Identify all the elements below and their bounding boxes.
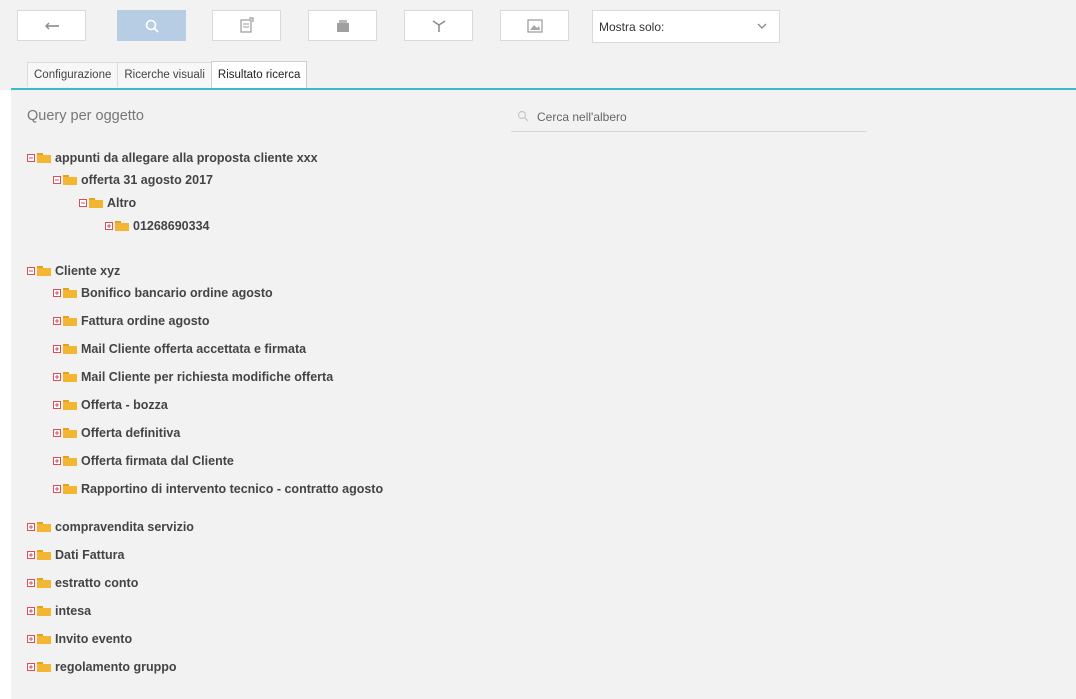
filter-button[interactable]: [404, 10, 473, 41]
folder-icon: [37, 634, 51, 644]
tabs: Configurazione Ricerche visuali Risultat…: [27, 61, 308, 88]
folder-icon: [37, 662, 51, 672]
select-value: Mostra solo:: [599, 19, 665, 34]
export-icon: [239, 17, 254, 33]
tree-node[interactable]: Mail Cliente per richiesta modifiche off…: [53, 368, 333, 386]
expand-icon[interactable]: [27, 523, 35, 531]
tree-node[interactable]: Fattura ordine agosto: [53, 312, 209, 330]
object-tree: appunti da allegare alla proposta client…: [11, 90, 1076, 699]
folder-open-icon: [37, 266, 51, 276]
tree-node[interactable]: regolamento gruppo: [27, 658, 177, 676]
expand-icon[interactable]: [27, 663, 35, 671]
tree-node[interactable]: offerta 31 agosto 2017: [53, 171, 213, 189]
collapse-icon[interactable]: [27, 154, 35, 162]
folder-icon: [63, 344, 77, 354]
folder-open-icon: [37, 153, 51, 163]
search-button[interactable]: [117, 10, 186, 41]
back-button[interactable]: [17, 10, 86, 41]
folder-icon: [37, 578, 51, 588]
tree-node-label: compravendita servizio: [55, 520, 194, 534]
folder-icon: [37, 606, 51, 616]
collapse-icon[interactable]: [27, 267, 35, 275]
arrow-left-icon: [44, 22, 59, 29]
tree-node-label: estratto conto: [55, 576, 139, 590]
tree-node[interactable]: Offerta definitiva: [53, 424, 180, 442]
expand-icon[interactable]: [53, 429, 61, 437]
collapse-icon[interactable]: [53, 176, 61, 184]
chevron-down-icon: [757, 23, 767, 29]
image-icon: [526, 18, 543, 33]
tree-node[interactable]: 01268690334: [105, 217, 209, 235]
toolbar: Mostra solo:: [0, 0, 1076, 49]
tree-node[interactable]: Mail Cliente offerta accettata e firmata: [53, 340, 306, 358]
expand-icon[interactable]: [53, 317, 61, 325]
tree-node[interactable]: Offerta firmata dal Cliente: [53, 452, 234, 470]
results-panel: Query per oggetto appunti da allegare al…: [11, 90, 1076, 699]
tree-node-label: Dati Fattura: [55, 548, 125, 562]
expand-icon[interactable]: [27, 635, 35, 643]
folder-icon: [63, 316, 77, 326]
expand-icon[interactable]: [53, 485, 61, 493]
expand-icon[interactable]: [105, 222, 113, 230]
tree-node[interactable]: appunti da allegare alla proposta client…: [27, 149, 318, 167]
folder-open-icon: [63, 175, 77, 185]
tab-ricerche-visuali[interactable]: Ricerche visuali: [117, 62, 212, 87]
tab-bar: Configurazione Ricerche visuali Risultat…: [0, 48, 1076, 90]
tree-node-label: Mail Cliente per richiesta modifiche off…: [81, 370, 334, 384]
folder-icon: [37, 550, 51, 560]
tree-node-label: Rapportino di intervento tecnico - contr…: [81, 482, 384, 496]
show-only-select[interactable]: Mostra solo:: [592, 10, 780, 43]
folder-icon: [63, 288, 77, 298]
tree-node[interactable]: intesa: [27, 602, 91, 620]
expand-icon[interactable]: [27, 579, 35, 587]
tree-node-label: Offerta firmata dal Cliente: [81, 454, 234, 468]
image-button[interactable]: [500, 10, 569, 41]
tree-node-label: Offerta definitiva: [81, 426, 181, 440]
tree-node-label: appunti da allegare alla proposta client…: [55, 151, 318, 165]
filter-icon: [432, 19, 445, 32]
tree-node[interactable]: Rapportino di intervento tecnico - contr…: [53, 480, 383, 498]
tree-node[interactable]: estratto conto: [27, 574, 138, 592]
tab-risultato-ricerca[interactable]: Risultato ricerca: [210, 61, 308, 88]
tree-node-label: Offerta - bozza: [81, 398, 168, 412]
folder-icon: [115, 221, 129, 231]
tree-node[interactable]: compravendita servizio: [27, 518, 194, 536]
tree-node-label: regolamento gruppo: [55, 660, 177, 674]
tree-node[interactable]: Offerta - bozza: [53, 396, 168, 414]
folder-icon: [63, 456, 77, 466]
tree-node[interactable]: Cliente xyz: [27, 262, 120, 280]
tree-node-label: Mail Cliente offerta accettata e firmata: [81, 342, 307, 356]
expand-icon[interactable]: [53, 345, 61, 353]
tree-node-label: Cliente xyz: [55, 264, 121, 278]
folder-icon: [63, 400, 77, 410]
tree-node-label: Invito evento: [55, 632, 133, 646]
expand-icon[interactable]: [53, 373, 61, 381]
folder-icon: [37, 522, 51, 532]
tree-node[interactable]: Bonifico bancario ordine agosto: [53, 284, 273, 302]
expand-icon[interactable]: [27, 607, 35, 615]
folder-icon: [63, 428, 77, 438]
expand-icon[interactable]: [53, 457, 61, 465]
tree-node-label: intesa: [55, 604, 92, 618]
tab-configurazione[interactable]: Configurazione: [27, 62, 119, 87]
folder-icon: [63, 372, 77, 382]
folder-icon: [336, 19, 349, 32]
expand-icon[interactable]: [53, 401, 61, 409]
expand-icon[interactable]: [53, 289, 61, 297]
tree-node[interactable]: Dati Fattura: [27, 546, 124, 564]
tree-node-label: 01268690334: [133, 219, 210, 233]
tree-node[interactable]: Altro: [79, 194, 136, 212]
folder-button[interactable]: [308, 10, 377, 41]
export-button[interactable]: [212, 10, 281, 41]
folder-icon: [63, 484, 77, 494]
tree-node-label: Bonifico bancario ordine agosto: [81, 286, 273, 300]
collapse-icon[interactable]: [79, 199, 87, 207]
folder-open-icon: [89, 198, 103, 208]
tree-node-label: Altro: [107, 196, 137, 210]
tree-node-label: offerta 31 agosto 2017: [81, 173, 213, 187]
expand-icon[interactable]: [27, 551, 35, 559]
search-icon: [145, 19, 159, 33]
tree-node-label: Fattura ordine agosto: [81, 314, 210, 328]
tree-node[interactable]: Invito evento: [27, 630, 132, 648]
